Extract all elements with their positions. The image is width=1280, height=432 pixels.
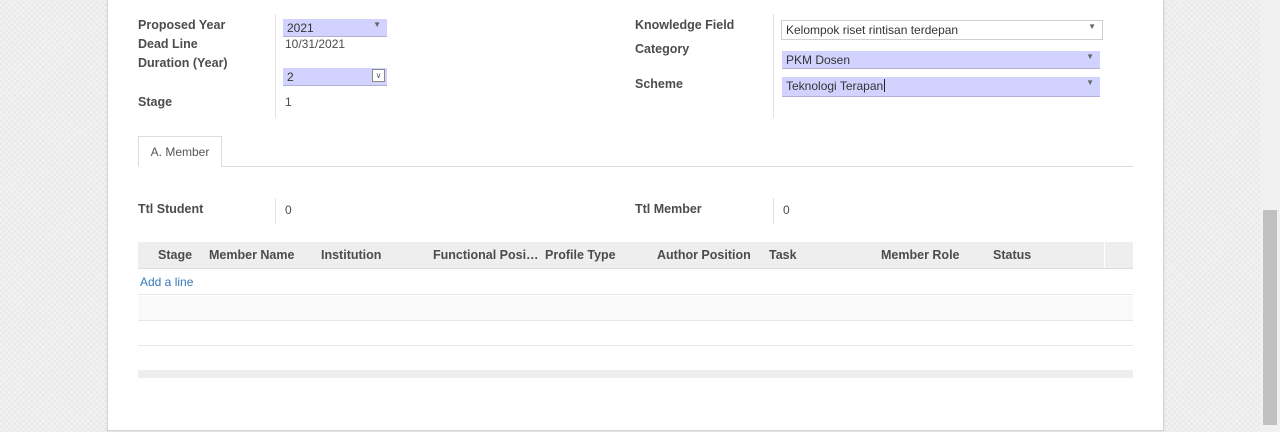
column-author-position[interactable]: Author Position (657, 248, 751, 262)
column-member-role[interactable]: Member Role (881, 248, 960, 262)
member-table-footer (138, 370, 1133, 378)
duration-select[interactable]: 2 ∨ (283, 68, 387, 86)
caret-down-icon: ▼ (1088, 22, 1096, 31)
vertical-scrollbar[interactable] (1260, 0, 1280, 432)
stage-value: 1 (285, 95, 292, 109)
scheme-label: Scheme (635, 77, 683, 91)
total-member-label: Ttl Member (635, 202, 702, 216)
tab-member[interactable]: A. Member (138, 136, 222, 167)
duration-label: Duration (Year) (138, 56, 228, 70)
right-divider (773, 14, 774, 118)
table-row (138, 296, 1133, 320)
total-member-value: 0 (783, 203, 790, 217)
total-student-label: Ttl Student (138, 202, 204, 216)
stage-label: Stage (138, 95, 173, 109)
proposed-year-select[interactable]: 2021 ▼ (283, 19, 387, 37)
table-row (138, 345, 1133, 346)
category-label: Category (635, 42, 690, 56)
scheme-value: Teknologi Terapan (786, 79, 884, 93)
column-member-name[interactable]: Member Name (209, 248, 294, 262)
form-sheet: Proposed Year 2021 ▼ Dead Line 10/31/202… (107, 0, 1164, 431)
scheme-select[interactable]: Teknologi Terapan ▼ (782, 77, 1100, 97)
caret-down-icon: ▼ (373, 20, 381, 29)
caret-down-icon: ▼ (1086, 78, 1094, 87)
column-stage[interactable]: Stage (158, 248, 192, 262)
column-profile-type[interactable]: Profile Type (545, 248, 616, 262)
knowledge-field-value: Kelompok riset rintisan terdepan (786, 23, 959, 37)
column-task[interactable]: Task (769, 248, 797, 262)
deadline-value: 10/31/2021 (285, 37, 346, 51)
deadline-label: Dead Line (138, 37, 198, 51)
caret-down-icon: ▼ (1086, 52, 1094, 61)
table-row (138, 320, 1133, 321)
add-line-link[interactable]: Add a line (140, 275, 193, 289)
total-student-value: 0 (285, 203, 292, 217)
total-member-divider (773, 198, 774, 224)
column-institution[interactable]: Institution (321, 248, 381, 262)
total-student-divider (275, 198, 276, 224)
knowledge-field-select[interactable]: Kelompok riset rintisan terdepan ▼ (781, 20, 1103, 40)
left-divider (275, 14, 276, 118)
column-status[interactable]: Status (993, 248, 1031, 262)
column-functional-position[interactable]: Functional Posi… (433, 248, 539, 262)
chevron-down-icon[interactable]: ∨ (372, 69, 385, 82)
proposed-year-label: Proposed Year (138, 18, 226, 32)
duration-value: 2 (287, 70, 294, 84)
knowledge-field-label: Knowledge Field (635, 18, 735, 32)
tab-bar-line (138, 166, 1133, 167)
header-end-divider (1104, 242, 1105, 268)
member-table-header: Stage Member Name Institution Functional… (138, 242, 1133, 269)
text-cursor (884, 79, 886, 92)
category-value: PKM Dosen (786, 53, 851, 67)
scrollbar-thumb[interactable] (1263, 210, 1277, 425)
proposed-year-value: 2021 (287, 21, 314, 35)
table-row (138, 294, 1133, 295)
category-select[interactable]: PKM Dosen ▼ (782, 51, 1100, 69)
